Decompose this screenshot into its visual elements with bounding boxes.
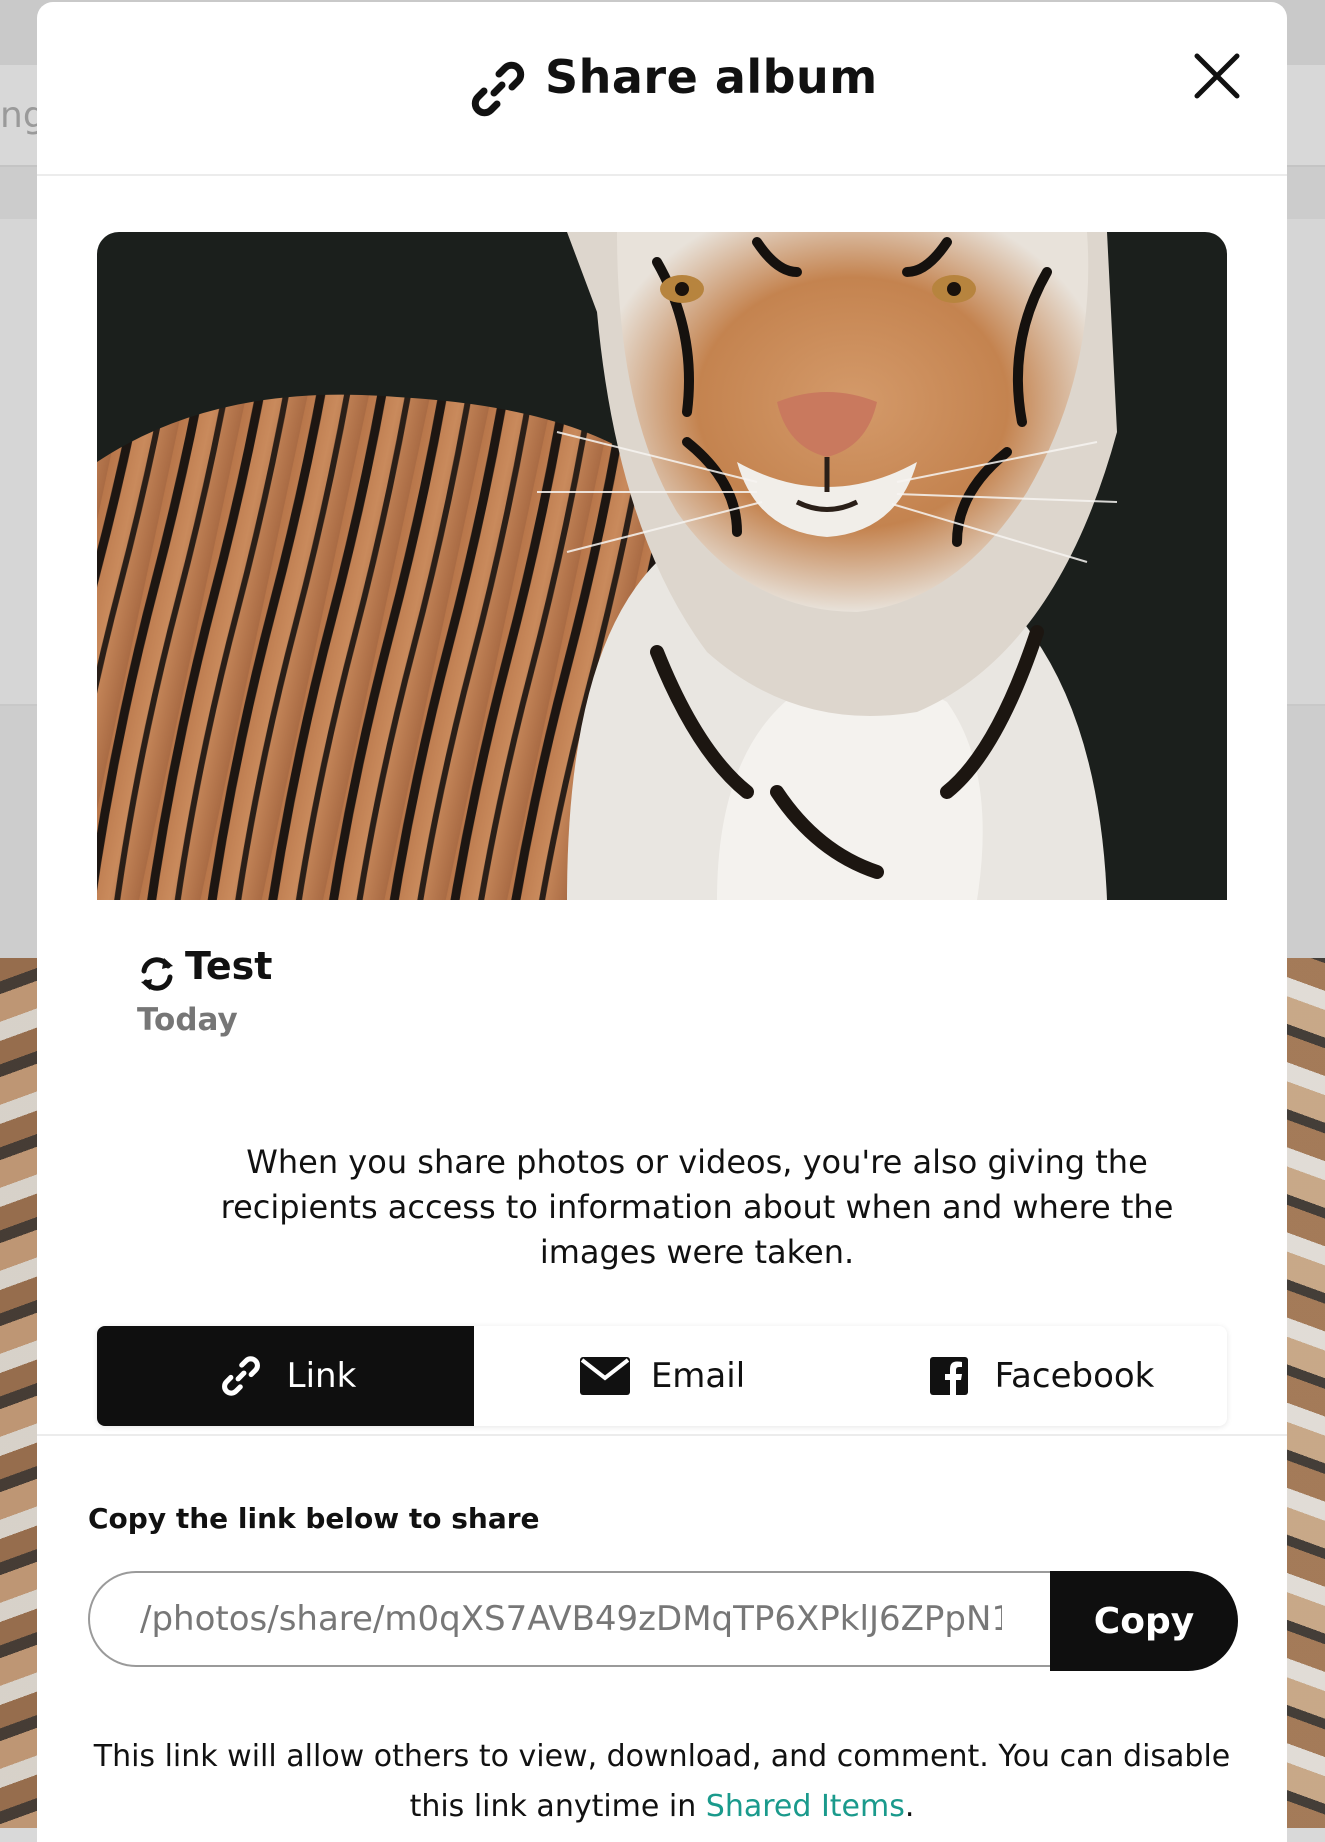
share-album-dialog: Share album Test Today When you share ph… <box>37 2 1287 1842</box>
facebook-icon <box>923 1350 975 1402</box>
shared-items-link[interactable]: Shared Items <box>706 1789 905 1824</box>
album-cover-image <box>97 232 1227 900</box>
copy-button[interactable]: Copy <box>1050 1571 1238 1671</box>
link-permissions-note: This link will allow others to view, dow… <box>87 1732 1237 1832</box>
copy-link-label: Copy the link below to share <box>88 1502 540 1535</box>
divider <box>37 1434 1287 1436</box>
link-icon <box>471 61 525 117</box>
close-icon[interactable] <box>1187 46 1247 106</box>
background-photo-right <box>1286 958 1325 1828</box>
share-link-field-group: Copy <box>88 1571 1238 1671</box>
link-icon <box>215 1350 267 1402</box>
tab-link-label: Link <box>286 1356 357 1396</box>
share-method-tabs: Link Email Facebook <box>97 1326 1227 1426</box>
footer-text: This link will allow others to view, dow… <box>93 1739 1231 1824</box>
sync-icon <box>141 957 173 991</box>
share-link-input[interactable] <box>88 1571 1050 1667</box>
album-info: Test Today <box>137 944 737 1044</box>
envelope-icon <box>579 1350 631 1402</box>
tab-facebook-label: Facebook <box>994 1356 1155 1396</box>
album-name: Test <box>185 944 273 988</box>
dialog-title: Share album <box>545 50 878 104</box>
dialog-header: Share album <box>37 2 1287 176</box>
tab-email-label: Email <box>650 1356 746 1396</box>
album-date: Today <box>137 1002 238 1038</box>
privacy-note: When you share photos or videos, you're … <box>220 1143 1174 1271</box>
background-photo-left <box>0 958 40 1828</box>
tab-email[interactable]: Email <box>474 1326 850 1426</box>
footer-text-end: . <box>904 1789 915 1824</box>
tab-link[interactable]: Link <box>97 1326 474 1426</box>
tab-facebook[interactable]: Facebook <box>850 1326 1227 1426</box>
